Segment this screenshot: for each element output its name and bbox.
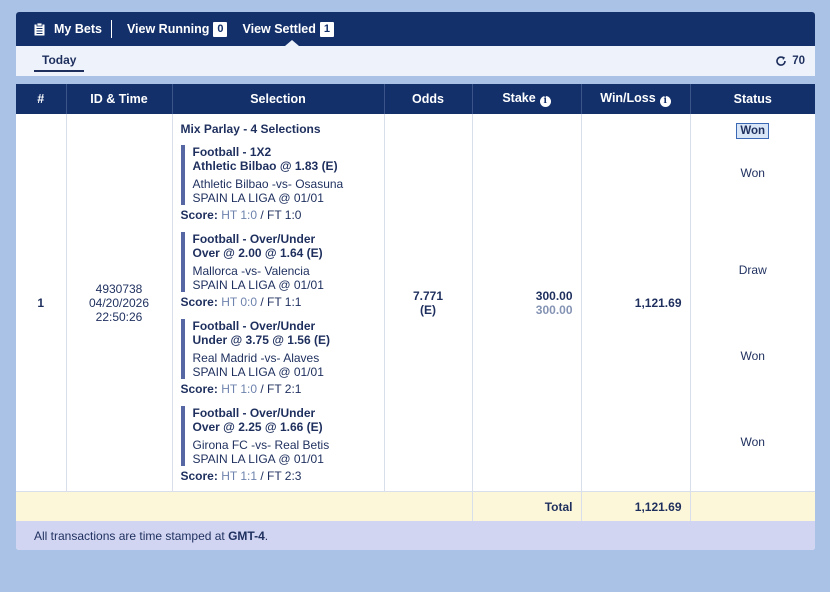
total-label: Total (472, 491, 582, 521)
score-ht: HT 0:0 (221, 295, 257, 309)
leg-market: Football - Over/Under (192, 319, 316, 333)
view-running-tab[interactable]: View Running 0 (126, 21, 228, 37)
leg-match: Real Madrid -vs- Alaves (192, 351, 320, 365)
col-header-num: # (16, 84, 67, 114)
settled-count-badge: 1 (319, 21, 335, 37)
score-ft: FT 2:3 (267, 469, 302, 483)
my-bets-label: My Bets (54, 22, 102, 36)
leg-pick: Athletic Bilbao @ 1.83 (E) (192, 159, 338, 173)
selection-cell: Mix Parlay - 4 Selections Football - 1X2… (172, 114, 385, 492)
score-ht: HT 1:0 (221, 382, 257, 396)
stake-info-icon[interactable]: i (539, 96, 551, 107)
table-row: 1 4930738 04/20/2026 22:50:26 Mix Parlay… (16, 114, 815, 492)
leg-status: Won (740, 349, 765, 363)
col-header-selection: Selection (172, 84, 385, 114)
view-settled-label: View Settled (242, 22, 316, 36)
leg-pick: Over @ 2.25 @ 1.66 (E) (192, 420, 323, 434)
col-header-stake: Stake i (472, 84, 582, 114)
refresh-countdown: 70 (792, 55, 805, 67)
col-header-id-time: ID & Time (66, 84, 173, 114)
leg-status: Draw (738, 263, 767, 277)
stake-actual-value: 300.00 (535, 302, 573, 317)
parlay-title: Mix Parlay - 4 Selections (180, 122, 321, 136)
score-label: Score: (180, 208, 218, 222)
col-header-win-loss: Win/Loss i (581, 84, 691, 114)
score-label: Score: (180, 382, 218, 396)
score-label: Score: (180, 295, 218, 309)
leg-status: Won (740, 166, 765, 180)
parlay-leg: Football - Over/Under Under @ 3.75 @ 1.5… (180, 319, 378, 396)
leg-market: Football - Over/Under (192, 232, 316, 246)
score-ft: FT 2:1 (267, 382, 302, 396)
refresh-icon (776, 56, 787, 66)
timestamp-footer: All transactions are time stamped at GMT… (16, 521, 815, 550)
table-header-row: # ID & Time Selection Odds Stake i Win/Lo… (16, 84, 815, 114)
leg-league: SPAIN LA LIGA @ 01/01 (192, 278, 324, 292)
score-label: Score: (180, 469, 218, 483)
total-row: Total 1,121.69 (16, 491, 815, 521)
leg-score: Score: HT 1:1 / FT 2:3 (180, 469, 302, 483)
bet-date: 04/20/2026 (88, 295, 150, 310)
parlay-leg: Football - Over/Under Over @ 2.00 @ 1.64… (180, 232, 378, 309)
refresh-button[interactable]: 70 (775, 55, 805, 67)
stake-value: 300.00 (535, 288, 573, 303)
leg-market: Football - 1X2 (192, 145, 272, 159)
parlay-leg: Football - Over/Under Over @ 2.25 @ 1.66… (180, 406, 378, 483)
overall-status-badge: Won (736, 123, 770, 139)
win-loss-info-icon[interactable]: i (659, 96, 671, 107)
total-status-spacer (690, 491, 815, 521)
score-ht: HT 1:0 (221, 208, 257, 222)
leg-match: Athletic Bilbao -vs- Osasuna (192, 177, 344, 191)
footer-text: All transactions are time stamped at (34, 529, 229, 543)
bets-table: # ID & Time Selection Odds Stake i Win/Lo… (16, 84, 815, 521)
leg-status: Won (740, 435, 765, 449)
col-header-odds: Odds (384, 84, 473, 114)
active-tab-caret (285, 40, 299, 46)
score-ft: FT 1:0 (267, 208, 302, 222)
stake-header-label: Stake (502, 91, 536, 105)
score-ft: FT 1:1 (267, 295, 302, 309)
leg-score: Score: HT 0:0 / FT 1:1 (180, 295, 302, 309)
tab-today[interactable]: Today (34, 51, 85, 72)
footer-timezone: GMT-4 (228, 529, 265, 543)
win-loss-header-label: Win/Loss (600, 91, 656, 105)
row-number: 1 (16, 114, 67, 492)
total-value: 1,121.69 (581, 491, 691, 521)
id-time-cell: 4930738 04/20/2026 22:50:26 (66, 114, 173, 492)
leg-market: Football - Over/Under (192, 406, 316, 420)
odds-value: 7.771 (412, 288, 444, 303)
odds-suffix: (E) (420, 302, 436, 317)
nav-divider (110, 20, 112, 38)
parlay-leg: Football - 1X2 Athletic Bilbao @ 1.83 (E… (180, 145, 378, 222)
running-count-badge: 0 (213, 21, 228, 37)
status-cell: Won Won Draw Won Won (690, 114, 815, 492)
bet-id: 4930738 (95, 281, 143, 296)
col-header-status: Status (690, 84, 815, 114)
odds-cell: 7.771 (E) (384, 114, 473, 492)
clipboard-icon (34, 22, 45, 36)
win-loss-cell: 1,121.69 (581, 114, 691, 492)
leg-score: Score: HT 1:0 / FT 1:0 (180, 208, 302, 222)
view-settled-tab[interactable]: View Settled 1 (242, 21, 335, 37)
leg-league: SPAIN LA LIGA @ 01/01 (192, 452, 324, 466)
leg-match: Mallorca -vs- Valencia (192, 264, 310, 278)
top-nav: My Bets View Running 0 View Settled 1 (16, 12, 815, 46)
filter-bar: Today 70 (16, 46, 815, 84)
my-bets-tab[interactable]: My Bets (34, 22, 102, 36)
leg-pick: Over @ 2.00 @ 1.64 (E) (192, 246, 323, 260)
leg-league: SPAIN LA LIGA @ 01/01 (192, 365, 324, 379)
leg-match: Girona FC -vs- Real Betis (192, 438, 330, 452)
bet-time: 22:50:26 (95, 309, 143, 324)
leg-league: SPAIN LA LIGA @ 01/01 (192, 191, 324, 205)
stake-cell: 300.00 300.00 (472, 114, 582, 492)
score-ht: HT 1:1 (221, 469, 257, 483)
leg-pick: Under @ 3.75 @ 1.56 (E) (192, 333, 330, 347)
view-running-label: View Running (126, 22, 210, 36)
bets-panel: My Bets View Running 0 View Settled 1 To… (16, 12, 815, 550)
total-spacer (16, 491, 473, 521)
footer-suffix: . (264, 529, 269, 543)
leg-score: Score: HT 1:0 / FT 2:1 (180, 382, 302, 396)
